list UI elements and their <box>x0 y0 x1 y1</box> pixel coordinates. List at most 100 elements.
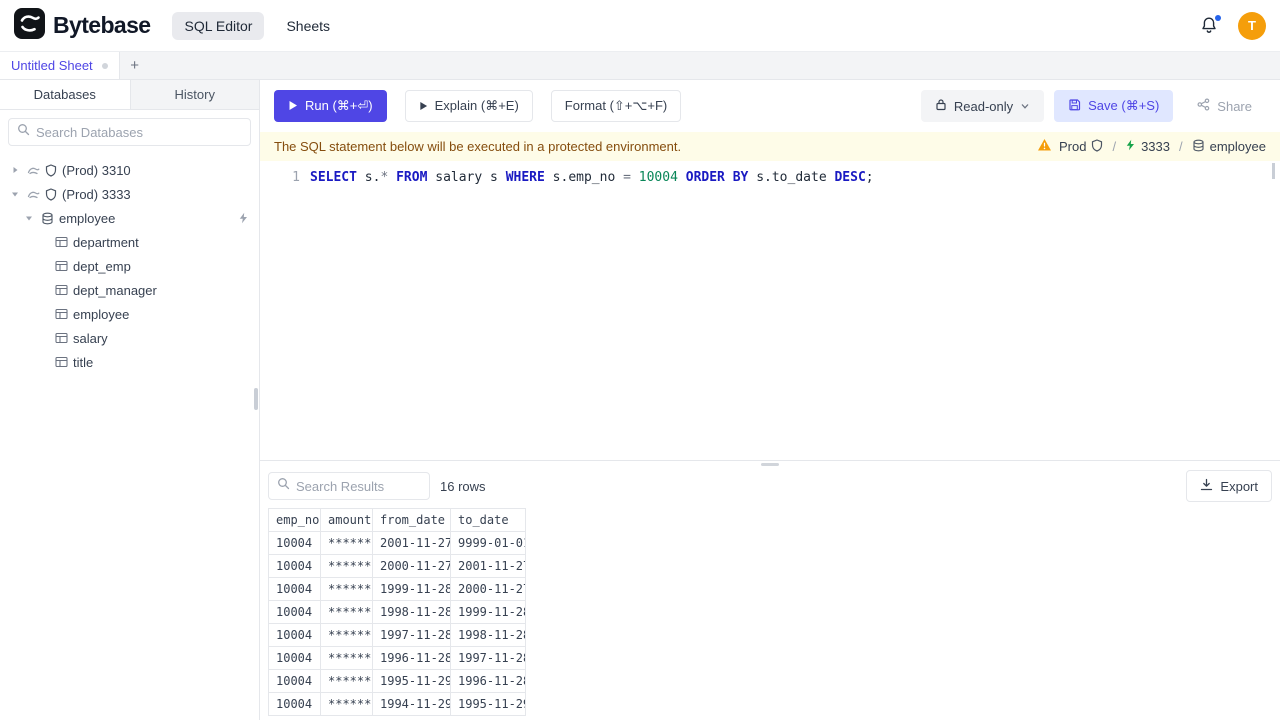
cell-from_date: 1995-11-29 <box>372 669 451 693</box>
chevron-down-icon[interactable] <box>8 189 22 199</box>
notification-bell-icon[interactable] <box>1200 14 1221 36</box>
chevron-right-icon[interactable] <box>8 165 22 175</box>
cell-amount: ****** <box>320 600 373 624</box>
table-row: 10004 ****** 1994-11-29 1995-11-29 <box>268 692 526 716</box>
cell-emp_no: 10004 <box>268 646 321 670</box>
table-icon <box>55 260 68 272</box>
download-icon <box>1200 478 1213 494</box>
tree-item-label: employee <box>73 306 130 322</box>
tree-item-label: salary <box>73 330 108 346</box>
tab-untitled-sheet[interactable]: Untitled Sheet <box>0 52 120 79</box>
table-icon <box>55 236 68 248</box>
notice-text: The SQL statement below will be executed… <box>274 139 682 154</box>
database-selector[interactable]: employee <box>1192 139 1266 155</box>
sql-token: ; <box>865 170 874 185</box>
shield-icon <box>45 187 57 201</box>
bolt-icon[interactable] <box>238 212 249 224</box>
tree-item-department[interactable]: department <box>0 230 259 254</box>
tab-databases[interactable]: Databases <box>0 80 130 109</box>
splitter-grip-icon[interactable] <box>761 463 779 466</box>
sql-editor[interactable]: 1 SELECT s.* FROM salary s WHERE s.emp_n… <box>260 161 1280 460</box>
instance-selector[interactable]: 3333 <box>1125 139 1170 154</box>
sql-token: s.emp_no <box>544 170 624 185</box>
database-search-input[interactable] <box>36 124 242 140</box>
export-button[interactable]: Export <box>1186 470 1272 502</box>
tree-item-label: (Prod) 3333 <box>62 186 131 202</box>
cell-to_date: 1998-11-28 <box>450 623 526 647</box>
cell-emp_no: 10004 <box>268 554 321 578</box>
tree-item-prod-3310[interactable]: (Prod) 3310 <box>0 158 259 182</box>
bytebase-logo-icon <box>14 7 45 44</box>
tab-history[interactable]: History <box>129 80 259 109</box>
cell-from_date: 1999-11-28 <box>372 577 451 601</box>
bytebase-logo[interactable]: Bytebase <box>14 7 151 44</box>
save-icon <box>1068 98 1081 114</box>
database-search <box>8 118 251 146</box>
results-search-input[interactable] <box>296 478 421 494</box>
search-icon <box>17 123 30 141</box>
panel-splitter[interactable] <box>260 460 1280 468</box>
sql-token: SELECT <box>310 170 357 185</box>
database-tree: (Prod) 3310 (Prod) 3333 employee department… <box>0 154 259 374</box>
save-button[interactable]: Save (⌘+S) <box>1054 90 1174 122</box>
chevron-down-icon <box>1020 99 1030 114</box>
tree-item-salary[interactable]: salary <box>0 326 259 350</box>
row-count: 16 rows <box>440 478 486 494</box>
cell-amount: ****** <box>320 554 373 578</box>
environment-label: Prod <box>1058 139 1087 154</box>
tree-item-title[interactable]: title <box>0 350 259 374</box>
readonly-mode-button[interactable]: Read-only <box>920 90 1045 122</box>
cell-amount: ****** <box>320 531 373 555</box>
sql-token: ORDER <box>685 170 725 185</box>
sheet-tab-label: Untitled Sheet <box>11 58 93 73</box>
tree-item-label: department <box>73 234 139 250</box>
add-sheet-button[interactable]: + <box>120 52 150 79</box>
cell-to_date: 1997-11-28 <box>450 646 526 670</box>
sql-token: 10004 <box>638 170 678 185</box>
cell-to_date: 1999-11-28 <box>450 600 526 624</box>
tree-item-dept-emp[interactable]: dept_emp <box>0 254 259 278</box>
connection-breadcrumb: Prod / 3333 / employee <box>1037 138 1266 155</box>
tree-item-employee[interactable]: employee <box>0 302 259 326</box>
cell-from_date: 1994-11-29 <box>372 692 451 716</box>
cell-amount: ****** <box>320 577 373 601</box>
editor-scrollbar[interactable] <box>1272 163 1275 179</box>
table-row: 10004 ****** 1998-11-28 1999-11-28 <box>268 600 526 624</box>
tree-item-employee[interactable]: employee <box>0 206 259 230</box>
result-table: emp_no amount from_date to_date 10004 ******… <box>268 508 526 716</box>
explain-button[interactable]: Explain (⌘+E) <box>404 90 533 122</box>
tree-item-dept-manager[interactable]: dept_manager <box>0 278 259 302</box>
format-button[interactable]: Format (⇧+⌥+F) <box>550 90 682 122</box>
sidebar-scrollbar[interactable] <box>254 388 258 410</box>
chevron-down-icon[interactable] <box>22 213 36 223</box>
table-row: 10004 ****** 1996-11-28 1997-11-28 <box>268 646 526 670</box>
run-button[interactable]: Run (⌘+⏎) <box>274 90 387 122</box>
tree-item-label: (Prod) 3310 <box>62 162 131 178</box>
cell-emp_no: 10004 <box>268 623 321 647</box>
avatar[interactable]: T <box>1238 11 1266 40</box>
cell-emp_no: 10004 <box>268 600 321 624</box>
cell-to_date: 2000-11-27 <box>450 577 526 601</box>
line-number: 1 <box>292 170 300 185</box>
table-icon <box>55 332 68 344</box>
cell-amount: ****** <box>320 646 373 670</box>
nav-sheets[interactable]: Sheets <box>274 12 342 40</box>
tree-item-prod-3333[interactable]: (Prod) 3333 <box>0 182 259 206</box>
cell-amount: ****** <box>320 623 373 647</box>
database-icon <box>41 212 54 225</box>
cell-from_date: 1996-11-28 <box>372 646 451 670</box>
instance-label: 3333 <box>1141 139 1170 154</box>
readonly-label: Read-only <box>953 98 1014 114</box>
sql-code-line: SELECT s.* FROM salary s WHERE s.emp_no … <box>310 168 874 187</box>
environment-selector[interactable]: Prod <box>1058 138 1103 155</box>
shield-icon <box>1091 138 1103 155</box>
cell-from_date: 1998-11-28 <box>372 600 451 624</box>
nav-sql-editor[interactable]: SQL Editor <box>172 11 265 40</box>
sql-token: s.to_date <box>748 170 835 185</box>
top-bar: Bytebase SQL Editor Sheets T <box>0 0 1280 52</box>
sql-token: = <box>623 170 631 185</box>
share-icon <box>1197 98 1210 114</box>
share-button[interactable]: Share <box>1183 90 1266 122</box>
